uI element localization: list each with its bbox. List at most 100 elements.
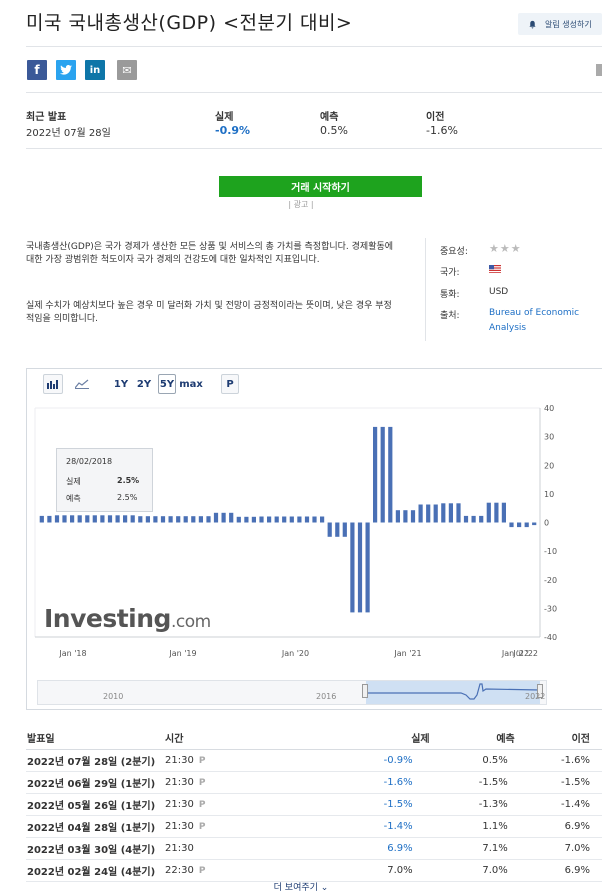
chart-bar[interactable] [456,503,461,523]
chart-bar[interactable] [410,510,416,523]
chart-bar[interactable] [380,426,385,523]
watermark-domain: .com [170,612,211,632]
area-chart-toggle[interactable] [72,374,92,394]
chart-bar[interactable] [282,516,287,523]
chart-bar[interactable] [320,516,325,523]
header-forecast: 예측 [430,725,516,750]
chart-bar[interactable] [221,512,226,523]
chart-bar[interactable] [168,516,173,523]
source-label: 출처: [440,311,460,321]
chart-bar[interactable] [274,516,279,523]
navigator-left-handle[interactable] [362,684,368,698]
range-5y-button[interactable]: 5Y [158,374,176,394]
chart-bar[interactable] [448,503,453,523]
chart-bar[interactable] [327,522,332,537]
chart-bar[interactable] [479,515,484,523]
chart-bar[interactable] [145,516,150,523]
range-2y-button[interactable]: 2Y [135,374,153,394]
chart-bar[interactable] [100,515,105,523]
importance-label: 중요성: [440,247,468,257]
chart-bar[interactable] [123,515,128,523]
chart-bar[interactable] [524,522,529,528]
chart-bar[interactable] [213,512,219,523]
chart-bar[interactable] [236,516,241,523]
chart-bar[interactable] [304,516,310,523]
source-link[interactable]: Bureau of Economic Analysis [489,306,579,336]
chart-bar[interactable] [62,515,67,523]
start-trading-button[interactable]: 거래 시작하기 [219,176,422,197]
range-1y-button[interactable]: 1Y [112,374,130,394]
create-alert-button[interactable]: 알림 생성하기 [518,13,602,35]
range-max-button[interactable]: max [179,374,203,394]
linkedin-share-button[interactable]: in [85,60,105,80]
p-toggle-button[interactable]: P [221,374,239,394]
chart-bar[interactable] [107,515,113,523]
chart-bar[interactable] [138,516,143,523]
latest-release-label: 최근 발표 [26,112,67,123]
chart-bar[interactable] [517,522,522,528]
chart-bar[interactable] [350,522,355,613]
chart-bar[interactable] [501,502,506,523]
chart-bar[interactable] [532,522,537,526]
chart-bar[interactable] [198,516,203,523]
chart-bar[interactable] [388,426,393,523]
chart-bar[interactable] [244,516,249,523]
chart-bar[interactable] [403,510,408,523]
show-more-link[interactable]: 더 보여주기 ⌄ [0,880,602,893]
x-tick-label: Jan '20 [281,649,309,658]
x-tick-label: Jan '19 [168,649,196,658]
chart-bar[interactable] [312,516,317,523]
chart-bar[interactable] [289,516,294,523]
chart-bar[interactable] [365,522,370,613]
facebook-share-button[interactable]: f [27,60,47,80]
chart-bar[interactable] [191,516,196,523]
chart-bar[interactable] [471,515,476,523]
chart-bar[interactable] [183,516,188,523]
chart-bar[interactable] [251,516,256,523]
chart-bar[interactable] [176,516,181,523]
chart-bar[interactable] [357,522,363,613]
chart-bar[interactable] [92,515,97,523]
chart-bar[interactable] [494,502,499,523]
chart-tooltip: 28/02/2018 실제 2.5% 예측 2.5% [56,448,153,512]
chart-bar[interactable] [509,522,514,528]
tooltip-actual-label: 실제 [66,477,81,486]
chart-bar[interactable] [335,522,340,537]
divider [26,148,602,149]
chart-bar[interactable] [463,515,469,523]
chart-bar[interactable] [85,515,90,523]
chart-bar[interactable] [160,516,166,523]
chart-bar[interactable] [77,515,82,523]
row-time: 21:30 P [164,793,295,816]
navigator-series-line [366,683,540,700]
chart-bar[interactable] [418,504,423,523]
print-icon[interactable] [596,64,602,76]
bar-chart-toggle[interactable] [43,374,63,394]
chart-bar[interactable] [206,516,211,523]
chart-bar[interactable] [229,512,234,523]
chart-bar[interactable] [433,504,438,523]
row-date: 2022년 02월 24일 (4분기) [26,859,165,882]
email-share-button[interactable]: ✉ [117,60,137,80]
chart-bar[interactable] [486,502,491,523]
row-time-text: 21:30 [165,755,194,766]
chart-bar[interactable] [395,510,400,523]
chart-bar[interactable] [54,515,60,523]
chart-bar[interactable] [342,522,347,537]
chart-bar[interactable] [39,515,44,523]
chart-bar[interactable] [130,515,135,523]
chart-bar[interactable] [70,515,75,523]
chart-bar[interactable] [47,515,52,523]
latest-release-date: 2022년 07월 28일 [26,128,111,139]
chart-bar[interactable] [267,516,272,523]
header-release-date: 발표일 [26,725,165,750]
chart-bar[interactable] [297,516,302,523]
chart-bar[interactable] [441,503,446,523]
chart-bar[interactable] [373,426,378,523]
chart-bar[interactable] [259,516,264,523]
chart-bar[interactable] [153,516,158,523]
chart-bar[interactable] [115,515,120,523]
chart-bar[interactable] [426,504,431,523]
twitter-share-button[interactable] [56,60,76,80]
preliminary-icon: P [198,800,206,810]
